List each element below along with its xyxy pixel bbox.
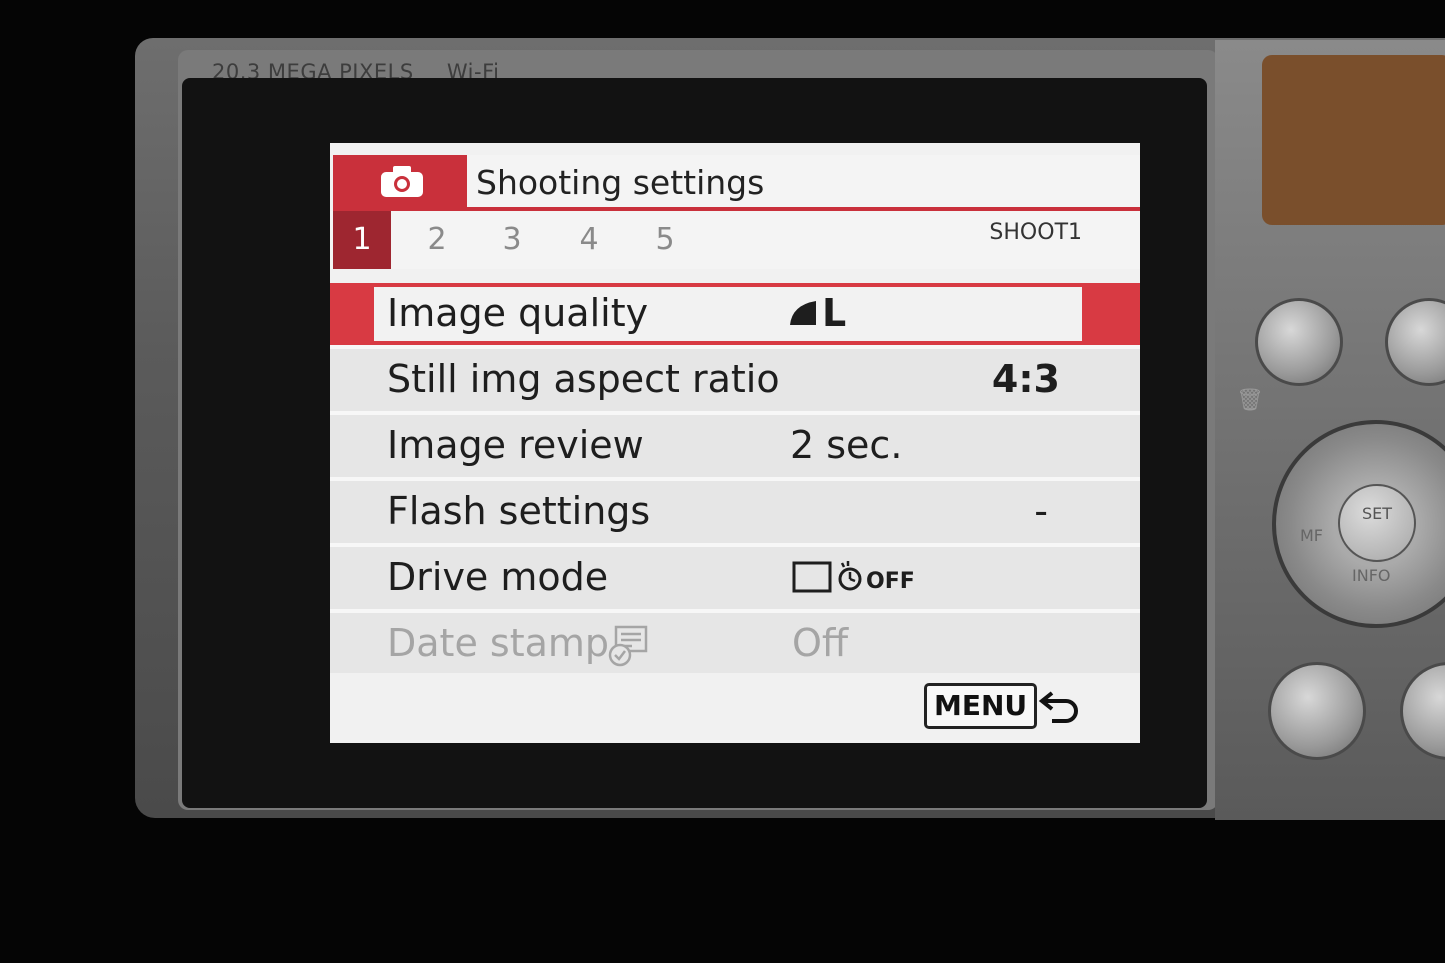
menu-item-label: Still img aspect ratio bbox=[387, 357, 780, 401]
menu-back-button[interactable]: MENU bbox=[924, 683, 1038, 729]
camera-icon bbox=[381, 166, 423, 197]
menu-item-aspect-ratio[interactable]: Still img aspect ratio 4:3 bbox=[330, 349, 1140, 415]
menu-item-flash-settings[interactable]: Flash settings - bbox=[330, 481, 1140, 547]
date-stamp-icon bbox=[608, 625, 648, 667]
set-button[interactable]: SET bbox=[1338, 484, 1416, 562]
menu-item-label: Image review bbox=[387, 423, 644, 467]
tab-4[interactable]: 4 bbox=[560, 211, 618, 269]
image-quality-large-fine-icon bbox=[790, 301, 816, 325]
tab-3[interactable]: 3 bbox=[483, 211, 541, 269]
lcd-screen: Shooting settings 1 2 3 4 5 SHOOT1 Image… bbox=[330, 143, 1140, 743]
trash-icon: 🗑 bbox=[1236, 388, 1264, 413]
mf-label: MF bbox=[1300, 526, 1324, 545]
thumb-rest bbox=[1262, 55, 1445, 225]
menu-footer: MENU bbox=[330, 673, 1140, 743]
tab-code: SHOOT1 bbox=[989, 220, 1082, 245]
info-label: INFO bbox=[1352, 566, 1391, 585]
menu-header: Shooting settings bbox=[330, 143, 1140, 211]
menu-item-drive-mode[interactable]: Drive mode OFF bbox=[330, 547, 1140, 613]
tab-5[interactable]: 5 bbox=[636, 211, 694, 269]
menu-tabs: 1 2 3 4 5 SHOOT1 bbox=[330, 211, 1140, 269]
menu-item-value: 2 sec. bbox=[790, 423, 903, 467]
menu-title: Shooting settings bbox=[476, 163, 765, 202]
menu-item-label: Drive mode bbox=[387, 555, 609, 599]
tab-1[interactable]: 1 bbox=[333, 211, 391, 269]
framing-assist-button[interactable] bbox=[1255, 298, 1343, 386]
menu-item-value: L bbox=[822, 291, 847, 335]
playback-button[interactable] bbox=[1268, 662, 1366, 760]
shooting-tab-icon-block[interactable] bbox=[333, 155, 467, 211]
menu-item-value: Off bbox=[792, 621, 849, 665]
menu-list: Image quality L Still img aspect ratio 4… bbox=[330, 283, 1140, 679]
drive-off-label: OFF bbox=[866, 569, 915, 594]
tab-2[interactable]: 2 bbox=[408, 211, 466, 269]
menu-item-value: - bbox=[1034, 489, 1048, 533]
menu-item-label: Image quality bbox=[387, 291, 649, 335]
menu-item-image-review[interactable]: Image review 2 sec. bbox=[330, 415, 1140, 481]
menu-item-value: 4:3 bbox=[991, 357, 1060, 401]
menu-item-label: Date stamp bbox=[387, 621, 610, 665]
menu-item-label: Flash settings bbox=[387, 489, 651, 533]
menu-item-image-quality[interactable]: Image quality L bbox=[330, 283, 1140, 349]
return-arrow-icon bbox=[1038, 691, 1078, 723]
menu-item-date-stamp: Date stamp Off bbox=[330, 613, 1140, 679]
